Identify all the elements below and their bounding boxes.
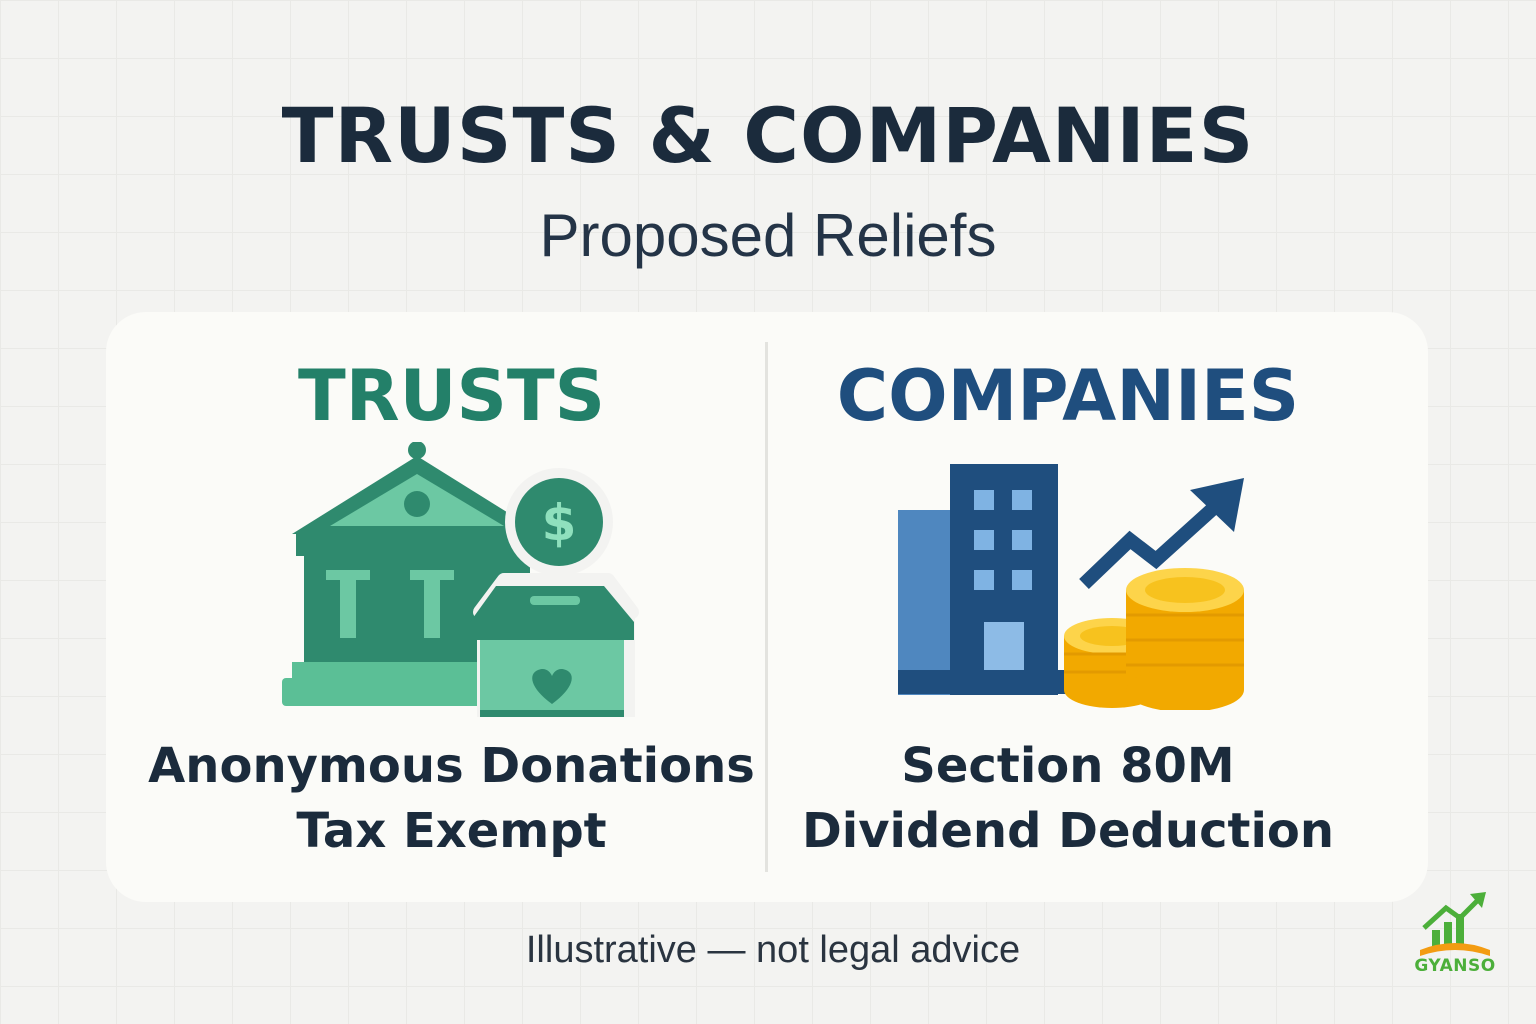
bank-donation-box-icon: $ [282,442,639,717]
brand-name: GYANSO [1414,956,1496,976]
trusts-caption-line2: Tax Exempt [296,803,607,859]
page-subtitle: Proposed Reliefs [539,202,997,269]
reliefs-card: TRUSTS $ Anonymous Donations Tax Exempt … [106,312,1428,902]
companies-heading: COMPANIES [836,355,1300,437]
companies-caption-line2: Dividend Deduction [801,803,1335,859]
coin-stack-tall [1126,568,1244,710]
companies-caption: Section 80M Dividend Deduction [738,734,1398,864]
companies-caption-line1: Section 80M [901,738,1235,794]
trusts-caption: Anonymous Donations Tax Exempt [122,734,781,864]
svg-text:$: $ [542,494,577,552]
page-title: TRUSTS & COMPANIES [281,91,1255,180]
trusts-caption-line1: Anonymous Donations [148,738,755,794]
building-coins-growth-icon [898,464,1244,710]
trusts-panel: TRUSTS $ Anonymous Donations Tax Exempt [106,312,765,902]
trusts-heading: TRUSTS [297,355,606,437]
companies-panel: COMPANIES Section 80M Dividend Deduction [768,312,1428,902]
disclaimer-text: Illustrative — not legal advice [525,929,1021,971]
